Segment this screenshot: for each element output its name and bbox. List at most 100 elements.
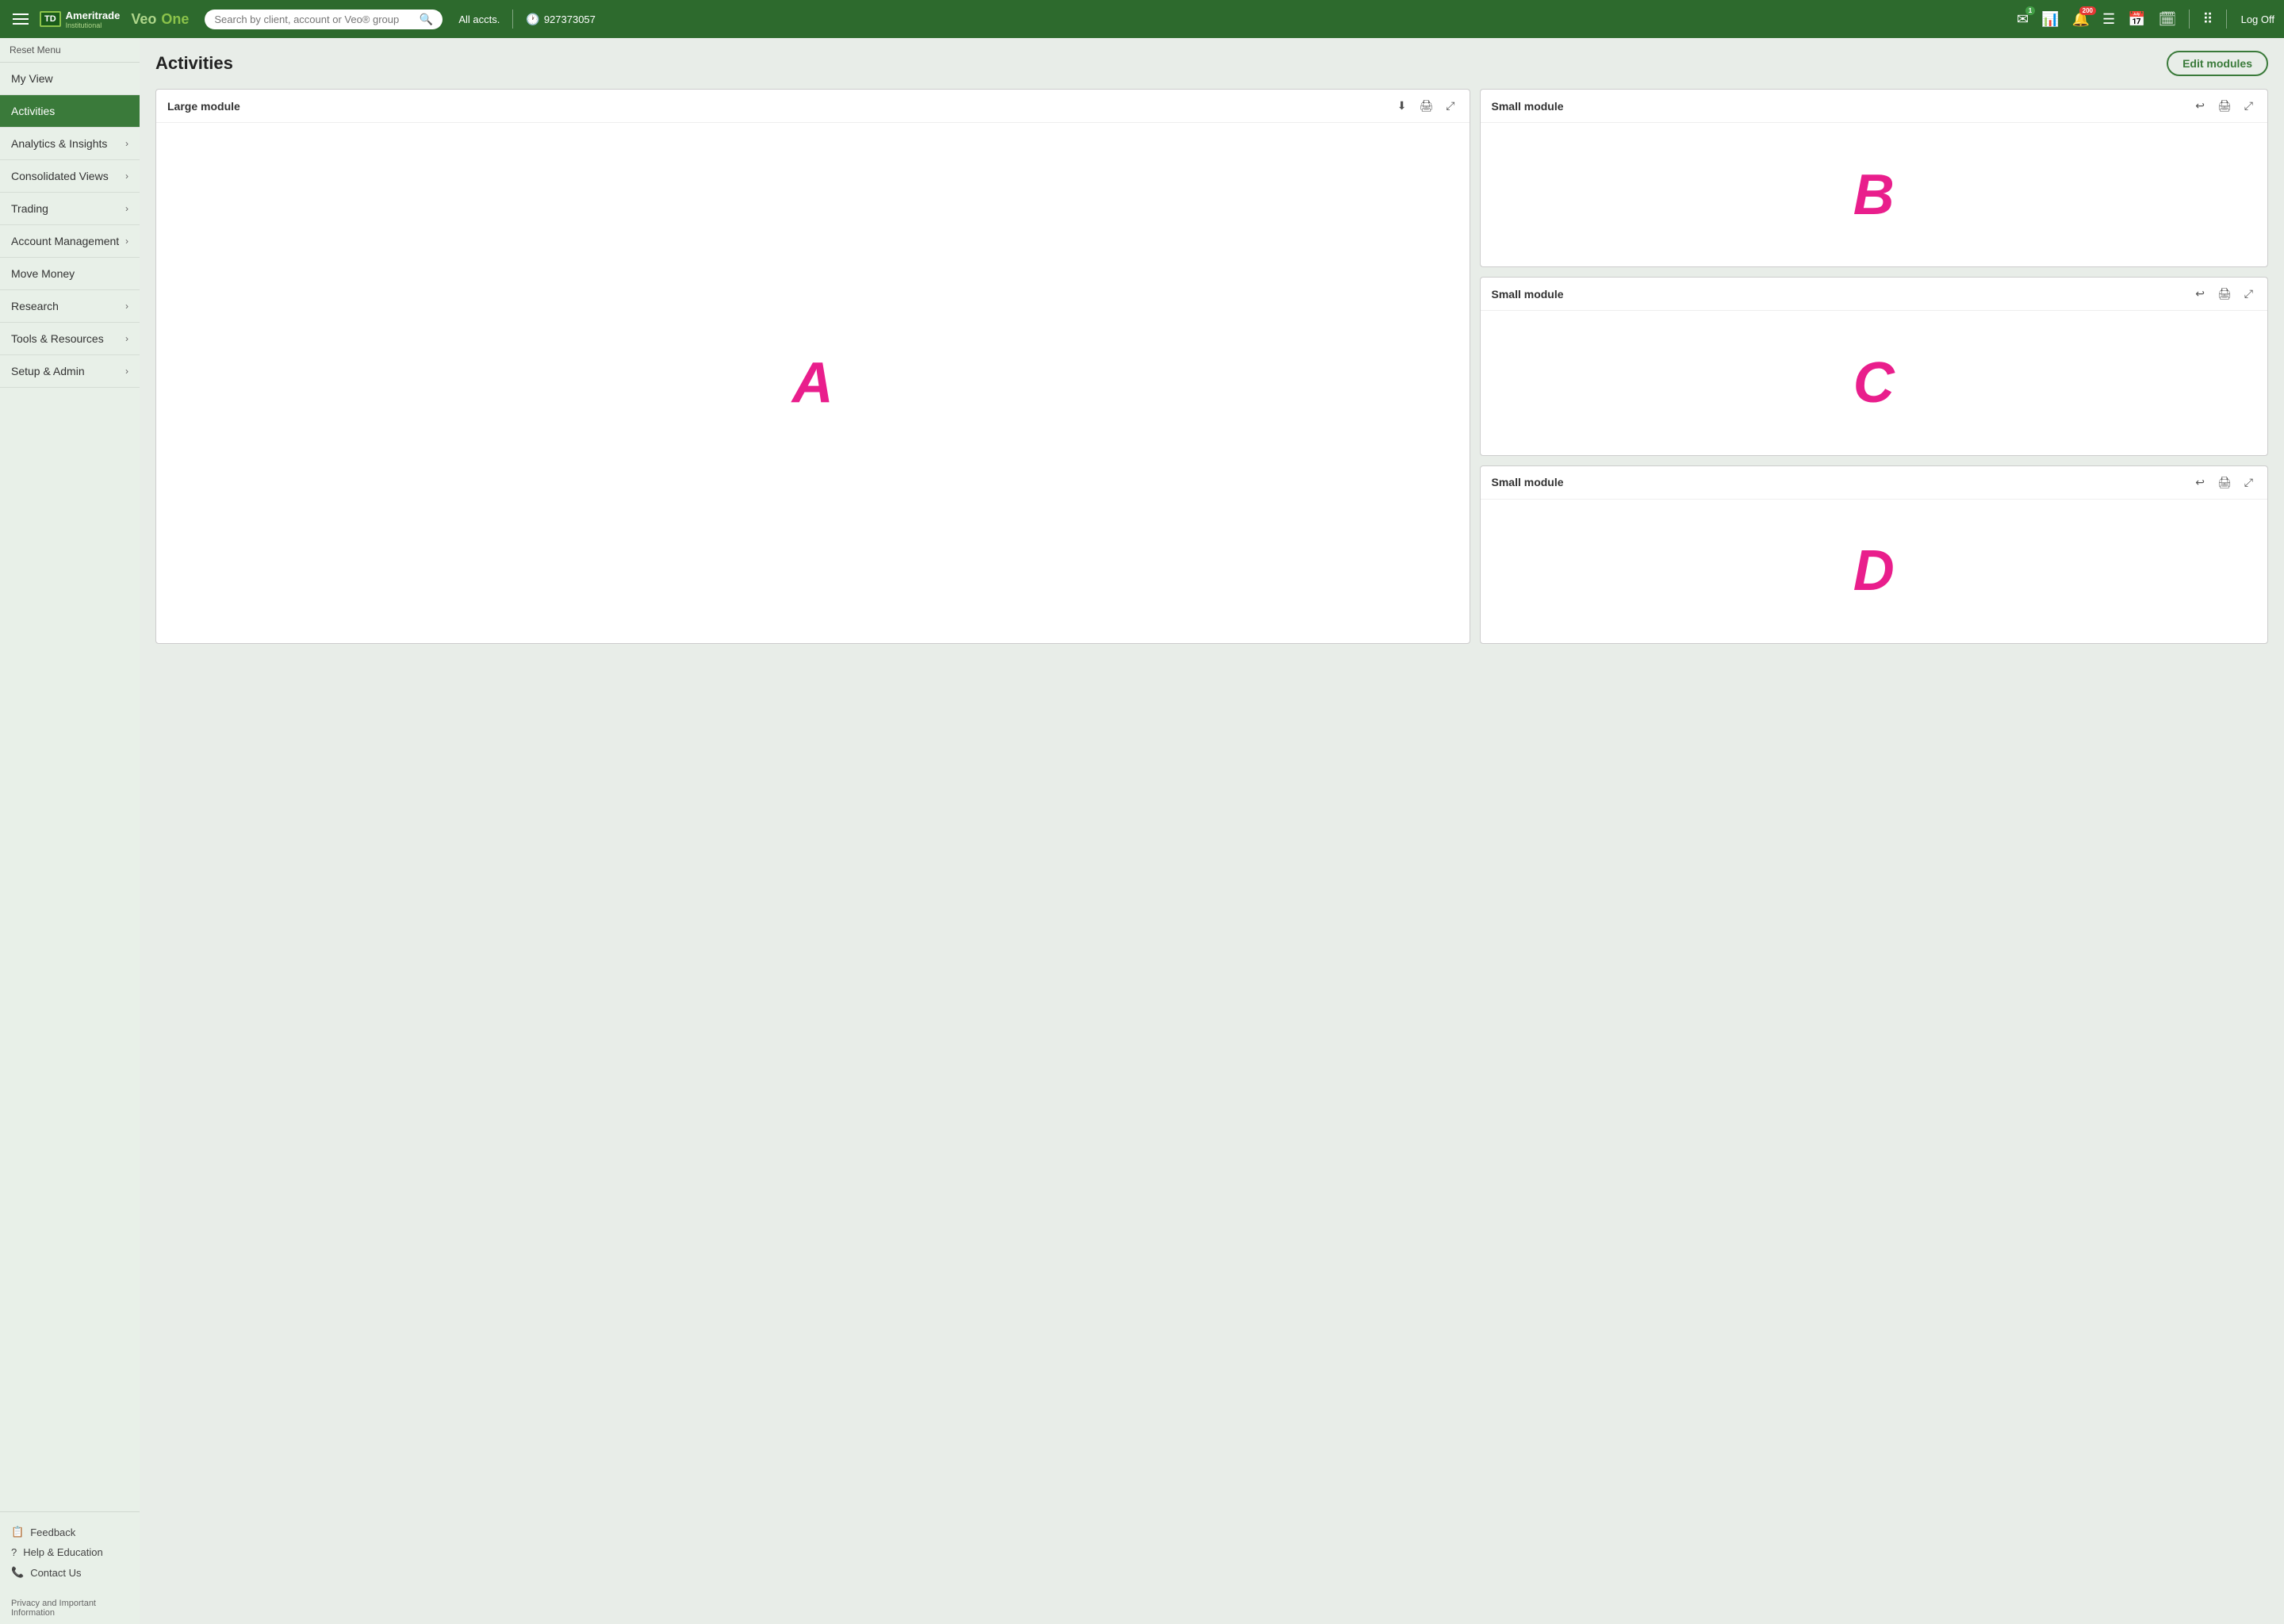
refresh-button[interactable]: ↩ (2192, 474, 2208, 491)
contact-us-button[interactable]: 📞 Contact Us (11, 1562, 128, 1583)
sidebar-item-label: Setup & Admin (11, 365, 85, 377)
small-module-d: Small module ↩ 🖨 ⤢ D (1480, 465, 2269, 644)
all-accounts-selector[interactable]: All accts. (458, 13, 500, 25)
module-placeholder: C (1853, 350, 1895, 416)
sidebar-item-label: Analytics & Insights (11, 137, 107, 150)
sidebar-item-label: Trading (11, 202, 48, 215)
logoff-button[interactable]: Log Off (2241, 13, 2274, 25)
search-bar: 🔍 (205, 10, 443, 29)
sidebar-item-tools[interactable]: Tools & Resources › (0, 323, 140, 355)
module-body: D (1481, 500, 2268, 643)
module-body: A (156, 123, 1470, 643)
veo-logo: Veo (131, 11, 156, 28)
sidebar-item-analytics[interactable]: Analytics & Insights › (0, 128, 140, 160)
nav-icons: ✉ 1 📊 🔔 200 ☰ 📅 🗓 ⠿ Log Off (2012, 8, 2274, 31)
divider (2226, 10, 2227, 29)
reset-menu-button[interactable]: Reset Menu (0, 38, 140, 63)
sidebar-item-label: Move Money (11, 267, 75, 280)
expand-button[interactable]: ⤢ (2241, 285, 2256, 302)
expand-button[interactable]: ⤢ (1443, 98, 1458, 114)
mail-badge: 1 (2025, 6, 2035, 15)
sidebar-item-trading[interactable]: Trading › (0, 193, 140, 225)
refresh-button[interactable]: ↩ (2192, 285, 2208, 302)
chevron-right-icon: › (125, 366, 128, 377)
large-module: Large module ⬇ 🖨 ⤢ A (155, 89, 1470, 644)
sidebar-item-research[interactable]: Research › (0, 290, 140, 323)
chart-button[interactable]: 📊 (2037, 8, 2064, 31)
apps-button[interactable]: ⠿ (2198, 8, 2217, 31)
sidebar-spacer (0, 388, 140, 1511)
expand-button[interactable]: ⤢ (2241, 474, 2256, 491)
refresh-button[interactable]: ↩ (2192, 98, 2208, 114)
sidebar-item-label: My View (11, 72, 53, 85)
mail-button[interactable]: ✉ 1 (2012, 8, 2033, 31)
module-actions: ↩ 🖨 ⤢ (2192, 285, 2256, 302)
contact-label: Contact Us (30, 1567, 81, 1579)
sidebar-item-label: Consolidated Views (11, 170, 109, 182)
module-actions: ↩ 🖨 ⤢ (2192, 474, 2256, 491)
feedback-icon: 📋 (11, 1526, 24, 1538)
chevron-right-icon: › (125, 236, 128, 247)
sidebar-item-consolidated[interactable]: Consolidated Views › (0, 160, 140, 193)
module-header: Small module ↩ 🖨 ⤢ (1481, 466, 2268, 500)
phone-area: 🕐 927373057 (526, 13, 596, 26)
sidebar-item-my-view[interactable]: My View (0, 63, 140, 95)
sidebar-item-label: Research (11, 300, 59, 312)
module-title: Large module (167, 100, 240, 113)
sidebar-item-setup[interactable]: Setup & Admin › (0, 355, 140, 388)
small-module-c: Small module ↩ 🖨 ⤢ C (1480, 277, 2269, 455)
module-header: Small module ↩ 🖨 ⤢ (1481, 278, 2268, 311)
sidebar-item-account-management[interactable]: Account Management › (0, 225, 140, 258)
help-education-button[interactable]: ? Help & Education (11, 1542, 128, 1562)
modules-grid: Large module ⬇ 🖨 ⤢ A Small module ↩ (155, 89, 2268, 644)
edit-modules-button[interactable]: Edit modules (2167, 51, 2268, 76)
notifications-button[interactable]: 🔔 200 (2067, 8, 2094, 31)
logo-area: TD Ameritrade Institutional Veo One (40, 10, 189, 29)
grid-calendar-button[interactable]: 🗓 (2154, 8, 2182, 31)
phone-number: 927373057 (544, 13, 596, 25)
chevron-right-icon: › (125, 333, 128, 344)
module-header: Small module ↩ 🖨 ⤢ (1481, 90, 2268, 123)
help-label: Help & Education (23, 1546, 102, 1558)
sidebar-item-activities[interactable]: Activities (0, 95, 140, 128)
feedback-button[interactable]: 📋 Feedback (11, 1522, 128, 1542)
hamburger-menu-button[interactable] (10, 10, 32, 28)
chevron-right-icon: › (125, 203, 128, 214)
module-title: Small module (1492, 288, 1564, 301)
search-input[interactable] (214, 13, 415, 25)
download-button[interactable]: ⬇ (1394, 98, 1410, 114)
module-placeholder: D (1853, 538, 1895, 603)
ameritrade-logo: Ameritrade Institutional (66, 10, 121, 29)
help-icon: ? (11, 1546, 17, 1558)
chevron-right-icon: › (125, 301, 128, 312)
divider (512, 10, 513, 29)
module-header: Large module ⬇ 🖨 ⤢ (156, 90, 1470, 123)
module-placeholder: B (1853, 163, 1895, 228)
small-module-b: Small module ↩ 🖨 ⤢ B (1480, 89, 2269, 267)
content-header: Activities Edit modules (155, 51, 2268, 76)
print-button[interactable]: 🖨 (2214, 285, 2235, 302)
main-layout: Reset Menu My View Activities Analytics … (0, 38, 2284, 1624)
phone-icon: 🕐 (526, 13, 539, 26)
chevron-right-icon: › (125, 170, 128, 182)
td-logo: TD (40, 11, 61, 27)
feedback-label: Feedback (30, 1526, 75, 1538)
sidebar-item-label: Account Management (11, 235, 119, 247)
sidebar-item-label: Tools & Resources (11, 332, 104, 345)
sidebar-item-move-money[interactable]: Move Money (0, 258, 140, 290)
expand-button[interactable]: ⤢ (2241, 98, 2256, 114)
one-logo: One (161, 11, 189, 28)
print-button[interactable]: 🖨 (2214, 474, 2235, 491)
module-actions: ⬇ 🖨 ⤢ (1394, 98, 1458, 114)
chevron-right-icon: › (125, 138, 128, 149)
print-button[interactable]: 🖨 (2214, 98, 2235, 114)
list-button[interactable]: ☰ (2098, 8, 2120, 31)
calendar-button[interactable]: 📅 (2123, 8, 2150, 31)
top-navigation: TD Ameritrade Institutional Veo One 🔍 All… (0, 0, 2284, 38)
sidebar: Reset Menu My View Activities Analytics … (0, 38, 140, 1624)
module-actions: ↩ 🖨 ⤢ (2192, 98, 2256, 114)
print-button[interactable]: 🖨 (1416, 98, 1437, 114)
module-body: C (1481, 311, 2268, 454)
module-title: Small module (1492, 476, 1564, 488)
search-icon: 🔍 (420, 13, 433, 26)
